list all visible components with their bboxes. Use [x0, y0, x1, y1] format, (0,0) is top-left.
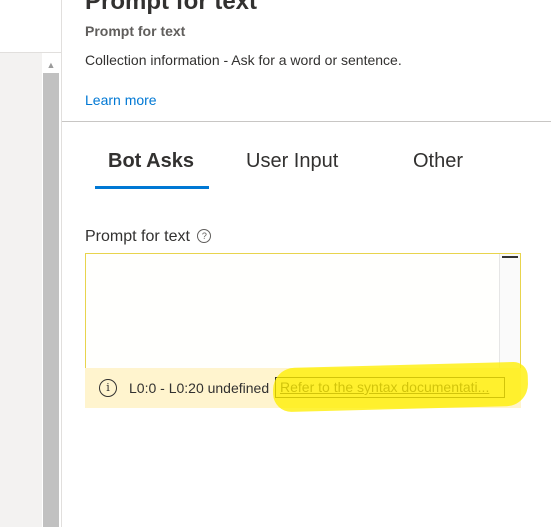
syntax-documentation-link[interactable]: Refer to the syntax documentati...	[275, 377, 505, 398]
editor-scroll-thumb[interactable]	[502, 256, 518, 258]
tab-user-input[interactable]: User Input	[246, 150, 338, 173]
properties-panel: Prompt for text Prompt for text Collecti…	[62, 0, 551, 527]
diagnostic-bar: i L0:0 - L0:20 undefined Refer to the sy…	[85, 368, 521, 408]
editor-scrollbar[interactable]	[499, 254, 520, 368]
prompt-editor[interactable]	[85, 253, 521, 369]
canvas-gray-area	[0, 53, 42, 527]
scroll-thumb[interactable]	[43, 73, 59, 527]
page-description: Collection information - Ask for a word …	[85, 52, 402, 68]
prompt-input[interactable]	[86, 254, 500, 368]
canvas-top-band	[0, 0, 62, 53]
page-subtitle: Prompt for text	[85, 23, 186, 39]
diagnostic-text: L0:0 - L0:20 undefined	[129, 380, 270, 396]
prompt-field-label: Prompt for text ?	[85, 228, 212, 246]
learn-more-link[interactable]: Learn more	[85, 92, 157, 108]
tab-other[interactable]: Other	[413, 150, 463, 173]
help-icon[interactable]: ?	[197, 229, 212, 243]
page-title: Prompt for text	[85, 0, 258, 15]
scroll-up-arrow-icon[interactable]: ▲	[42, 59, 60, 71]
active-tab-indicator	[95, 186, 209, 189]
info-icon: i	[99, 379, 117, 397]
canvas-area: ▲	[0, 0, 62, 527]
canvas-scrollbar[interactable]: ▲	[42, 53, 60, 527]
tab-bar: Bot Asks User Input Other	[62, 140, 551, 190]
prompt-field-label-text: Prompt for text	[85, 228, 190, 245]
header-divider	[62, 121, 551, 122]
tab-bot-asks[interactable]: Bot Asks	[108, 150, 194, 173]
